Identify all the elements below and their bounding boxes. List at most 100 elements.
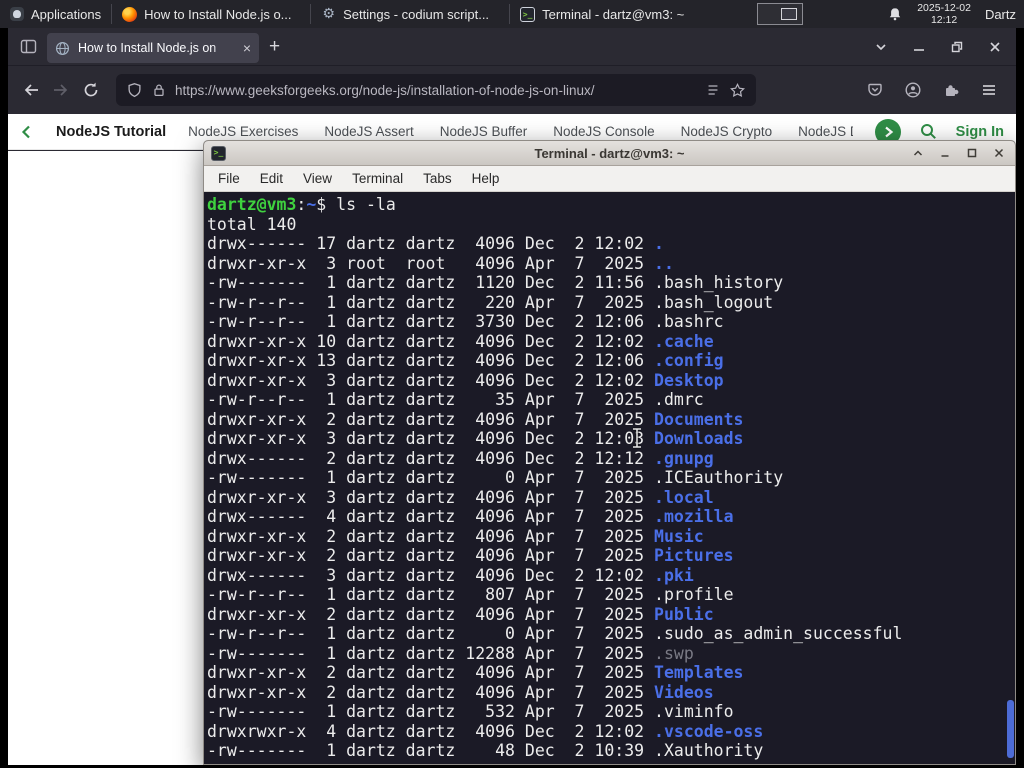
pocket-icon[interactable] xyxy=(860,75,890,105)
url-bar[interactable]: https://www.geeksforgeeks.org/node-js/in… xyxy=(116,74,756,106)
gfg-back-chevron-icon[interactable] xyxy=(20,124,34,140)
navigation-toolbar: https://www.geeksforgeeks.org/node-js/in… xyxy=(8,66,1016,114)
reload-icon[interactable] xyxy=(76,75,106,105)
tab-close-icon[interactable]: × xyxy=(243,41,251,55)
gfg-nav-tutorial[interactable]: NodeJS Tutorial xyxy=(56,124,166,140)
file-name: .viminfo xyxy=(654,702,734,721)
close-icon[interactable] xyxy=(990,144,1008,162)
list-all-tabs-icon[interactable] xyxy=(866,32,896,62)
top-panel: Applications How to Install Node.js o...… xyxy=(0,0,1024,28)
menu-help[interactable]: Help xyxy=(463,168,509,189)
terminal-window: >_ Terminal - dartz@vm3: ~ File Edit Vie… xyxy=(203,140,1016,765)
terminal-output-line: drwxr-xr-x 3 dartz dartz 4096 Apr 7 2025… xyxy=(207,487,714,507)
reader-mode-icon[interactable] xyxy=(705,82,721,98)
gfg-nav-item[interactable]: NodeJS Crypto xyxy=(681,124,773,139)
file-name: .bash_history xyxy=(654,273,784,292)
terminal-output-line: -rw-rw-r-- 1 dartz dartz 9529 Dec 2 10:4… xyxy=(207,761,1015,764)
applications-menu[interactable]: Applications xyxy=(0,0,111,28)
total-line: total 140 xyxy=(207,214,297,234)
firefox-view-icon[interactable] xyxy=(20,38,37,55)
terminal-output-line: drwxr-xr-x 3 root root 4096 Apr 7 2025 .… xyxy=(207,253,674,273)
menu-terminal[interactable]: Terminal xyxy=(343,168,412,189)
terminal-title: Terminal - dartz@vm3: ~ xyxy=(534,145,685,161)
menu-edit[interactable]: Edit xyxy=(251,168,292,189)
taskbar-item-settings[interactable]: ⚙ Settings - codium script... xyxy=(311,0,509,28)
menu-file[interactable]: File xyxy=(209,168,249,189)
terminal-output-line: -rw-r--r-- 1 dartz dartz 220 Apr 7 2025 … xyxy=(207,292,774,312)
minimize-button[interactable] xyxy=(904,32,934,62)
menu-tabs[interactable]: Tabs xyxy=(414,168,461,189)
desktop: Applications How to Install Node.js o...… xyxy=(0,0,1024,768)
terminal-output-line: -rw------- 1 dartz dartz 1120 Dec 2 11:5… xyxy=(207,273,784,292)
terminal-output-line: drwxr-xr-x 3 dartz dartz 4096 Dec 2 12:0… xyxy=(207,370,724,390)
shade-icon[interactable] xyxy=(909,144,927,162)
terminal-screen[interactable]: dartz@vm3:~$ ls -la total 140 drwx------… xyxy=(204,192,1015,763)
toolbar-right-icons xyxy=(860,75,1008,105)
gfg-nav-item[interactable]: NodeJS Exercises xyxy=(188,124,298,139)
file-name: .swp xyxy=(654,643,694,663)
taskbar-item-terminal[interactable]: >_ Terminal - dartz@vm3: ~ xyxy=(510,0,708,28)
sign-in-button[interactable]: Sign In xyxy=(956,124,1004,140)
menu-view[interactable]: View xyxy=(294,168,341,189)
back-icon[interactable] xyxy=(16,75,46,105)
prompt-dollar: $ xyxy=(316,195,337,214)
tab-active[interactable]: How to Install Node.js on × xyxy=(47,33,259,63)
tracking-shield-icon[interactable] xyxy=(126,82,143,99)
taskbar-label: Terminal - dartz@vm3: ~ xyxy=(542,6,685,22)
file-name: Music xyxy=(654,526,704,546)
firefox-icon xyxy=(122,6,138,22)
extensions-puzzle-icon[interactable] xyxy=(936,75,966,105)
hamburger-menu-icon[interactable] xyxy=(974,75,1004,105)
workspace-switcher[interactable] xyxy=(757,3,803,25)
terminal-scrollbar-thumb[interactable] xyxy=(1007,700,1014,758)
file-name: Pictures xyxy=(654,546,734,565)
panel-status-area: 2025-12-02 12:12 Dartz xyxy=(887,0,1020,28)
taskbar-label: Settings - codium script... xyxy=(343,6,490,22)
restore-button[interactable] xyxy=(942,32,972,62)
padlock-icon[interactable] xyxy=(151,82,167,98)
new-tab-button[interactable]: + xyxy=(269,37,280,56)
terminal-output-line: drwxr-xr-x 2 dartz dartz 4096 Apr 7 2025… xyxy=(207,409,744,429)
gfg-nav-item[interactable]: NodeJS DNS xyxy=(798,124,853,139)
terminal-output-line: drwxr-xr-x 3 dartz dartz 4096 Dec 2 12:0… xyxy=(207,429,744,448)
settings-gear-icon: ⚙ xyxy=(322,6,335,22)
gfg-nav-item[interactable]: NodeJS Console xyxy=(553,124,654,139)
file-name: .sudo_as_admin_successful xyxy=(654,624,903,643)
minimize-icon[interactable] xyxy=(936,144,954,162)
gfg-nav-items: NodeJS Exercises NodeJS Assert NodeJS Bu… xyxy=(188,124,853,139)
file-name: Downloads xyxy=(654,429,744,448)
file-name: Documents xyxy=(654,409,744,429)
file-name: .pki xyxy=(654,565,694,585)
close-button[interactable] xyxy=(980,32,1010,62)
terminal-output-line: drwx------ 2 dartz dartz 4096 Dec 2 12:1… xyxy=(207,448,714,468)
terminal-output-line: -rw------- 1 dartz dartz 0 Apr 7 2025 .I… xyxy=(207,468,784,487)
clock-date: 2025-12-02 xyxy=(917,1,971,14)
panel-clock[interactable]: 2025-12-02 12:12 xyxy=(917,2,971,27)
search-icon[interactable] xyxy=(919,122,938,141)
terminal-output-line: -rw-r--r-- 1 dartz dartz 0 Apr 7 2025 .s… xyxy=(207,624,903,643)
file-name: .mozilla xyxy=(654,507,734,526)
file-name: .ICEauthority xyxy=(654,468,784,487)
prompt-user-host: dartz@vm3 xyxy=(207,195,297,214)
terminal-output-line: -rw------- 1 dartz dartz 532 Apr 7 2025 … xyxy=(207,702,734,721)
notification-bell-icon[interactable] xyxy=(887,6,903,22)
terminal-output-line: drwxrwxr-x 4 dartz dartz 4096 Dec 2 12:0… xyxy=(207,721,764,741)
taskbar-item-firefox[interactable]: How to Install Node.js o... xyxy=(112,0,310,28)
file-name: .bash_logout xyxy=(654,292,774,312)
workspace-window-thumb xyxy=(781,8,797,20)
user-menu[interactable]: Dartz xyxy=(985,7,1020,22)
file-name: Desktop xyxy=(654,370,724,390)
applications-icon xyxy=(10,7,24,21)
terminal-titlebar[interactable]: >_ Terminal - dartz@vm3: ~ xyxy=(204,141,1015,166)
account-icon[interactable] xyxy=(898,75,928,105)
bookmark-star-icon[interactable] xyxy=(729,82,746,99)
file-name: Public xyxy=(654,604,714,624)
forward-icon[interactable] xyxy=(46,75,76,105)
terminal-output-line: drwxr-xr-x 13 dartz dartz 4096 Dec 2 12:… xyxy=(207,351,724,370)
typed-command: ls -la xyxy=(336,195,396,214)
gfg-nav-item[interactable]: NodeJS Assert xyxy=(324,124,413,139)
maximize-icon[interactable] xyxy=(963,144,981,162)
file-name: .gnupg xyxy=(654,448,714,468)
gfg-nav-item[interactable]: NodeJS Buffer xyxy=(440,124,528,139)
terminal-output-line: -rw-r--r-- 1 dartz dartz 807 Apr 7 2025 … xyxy=(207,585,734,604)
